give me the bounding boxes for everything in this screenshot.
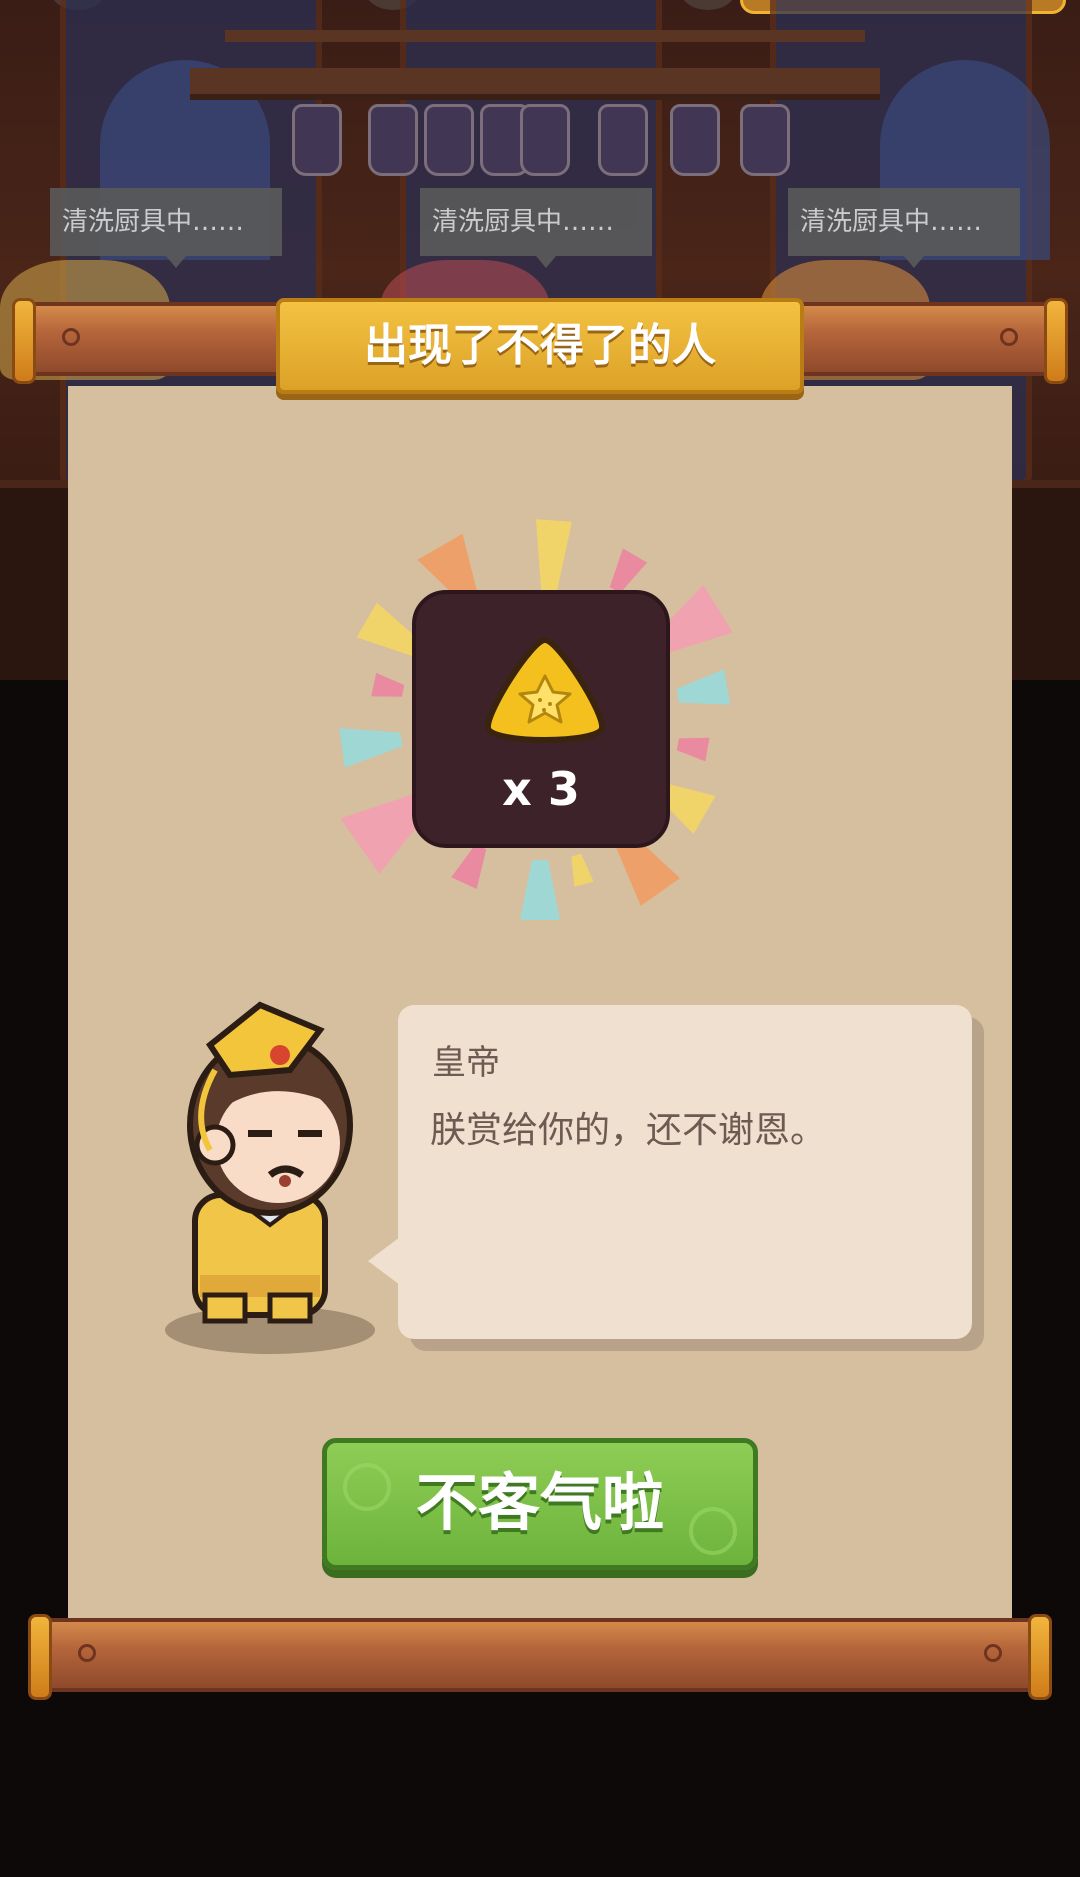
rod-cap bbox=[28, 1614, 52, 1700]
dialogue-box: 皇帝 朕赏给你的，还不谢恩。 bbox=[368, 1005, 972, 1339]
rod-cap bbox=[12, 298, 36, 384]
confirm-button[interactable]: 不客气啦 bbox=[322, 1438, 758, 1570]
scroll-bottom-rod bbox=[28, 1614, 1052, 1700]
task-status-bubble: 清洗厨具中…… bbox=[50, 188, 282, 268]
emperor-character bbox=[165, 1001, 375, 1354]
reward-quantity: x 3 bbox=[502, 762, 580, 816]
jar-icon bbox=[292, 104, 342, 176]
rod-cap bbox=[1044, 298, 1068, 384]
task-status-bubble: 清洗厨具中…… bbox=[420, 188, 652, 268]
background-shelf bbox=[225, 30, 865, 42]
confirm-button-label: 不客气啦 bbox=[415, 1466, 664, 1539]
dialogue-text: 朕赏给你的，还不谢恩。 bbox=[430, 1110, 827, 1151]
button-decoration bbox=[689, 1507, 737, 1555]
jar-icon bbox=[368, 104, 418, 176]
popup-title: 出现了不得了的人 bbox=[276, 298, 804, 394]
rod-cap bbox=[1028, 1614, 1052, 1700]
gold-star-cookie-icon bbox=[485, 637, 605, 743]
jar-icon bbox=[424, 104, 474, 176]
speaker-name: 皇帝 bbox=[432, 1043, 500, 1083]
jar-icon bbox=[740, 104, 790, 176]
reward-item-card: x 3 bbox=[412, 590, 670, 848]
button-decoration bbox=[343, 1463, 391, 1511]
rod-hole bbox=[984, 1644, 1002, 1662]
background-decoration bbox=[680, 0, 736, 10]
dialogue-tail bbox=[368, 1237, 400, 1285]
rod-hole bbox=[62, 328, 80, 346]
rod-hole bbox=[1000, 328, 1018, 346]
jar-icon bbox=[520, 104, 570, 176]
jar-icon bbox=[670, 104, 720, 176]
jar-icon bbox=[598, 104, 648, 176]
rod-hole bbox=[78, 1644, 96, 1662]
background-shelf bbox=[190, 68, 880, 100]
task-status-bubble: 清洗厨具中…… bbox=[788, 188, 1020, 268]
